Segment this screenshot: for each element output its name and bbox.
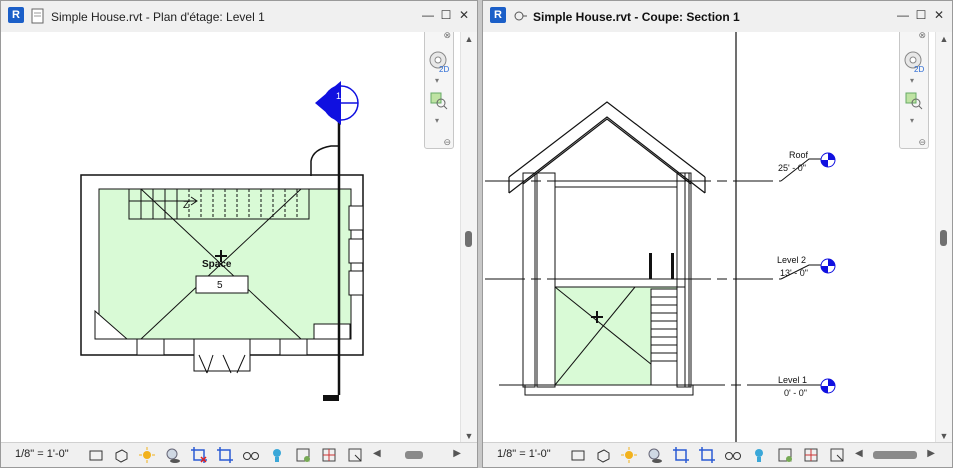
windows-right bbox=[348, 205, 364, 296]
floor-plan-drawing[interactable]: Z Space 5 1 bbox=[1, 32, 461, 443]
revit-logo-icon: R bbox=[8, 7, 24, 23]
window-title: Simple House.rvt - Coupe: Section 1 bbox=[533, 10, 740, 24]
drawing-canvas[interactable]: Z Space 5 1 ⊗ 2D ▾ ▾ ⊖ bbox=[1, 32, 461, 443]
level-elevation: 13' - 0" bbox=[780, 268, 808, 278]
sun-path-icon[interactable] bbox=[138, 446, 156, 464]
entry-door bbox=[193, 338, 251, 372]
scroll-down-icon[interactable]: ▼ bbox=[461, 431, 477, 441]
minimize-button[interactable]: — bbox=[896, 7, 910, 23]
stair-section bbox=[650, 288, 678, 386]
section-tail bbox=[323, 395, 339, 401]
sun-path-icon[interactable] bbox=[620, 446, 638, 464]
window-title: Simple House.rvt - Plan d'étage: Level 1 bbox=[51, 10, 265, 24]
reveal-hidden-icon[interactable] bbox=[750, 446, 768, 464]
navigation-bar[interactable]: ⊗ 2D ▾ ▾ ⊖ bbox=[424, 32, 454, 149]
level-2-slab bbox=[555, 278, 685, 288]
navbar-close-icon[interactable]: ⊗ bbox=[443, 32, 451, 41]
revit-logo-icon: R bbox=[490, 7, 506, 23]
view-control-bar: 1/8" = 1'-0" ◀ ▶ bbox=[1, 442, 477, 467]
navigation-bar[interactable]: ⊗ 2D ▾ ▾ ⊖ bbox=[899, 32, 929, 149]
analytical-model-icon[interactable] bbox=[802, 446, 820, 464]
window-titlebar[interactable]: R Simple House.rvt - Plan d'étage: Level… bbox=[1, 1, 477, 33]
chevron-down-icon[interactable]: ▾ bbox=[910, 116, 914, 125]
vertical-scrollbar[interactable]: ▲ ▼ bbox=[935, 32, 952, 443]
level-elevation: 25' - 0" bbox=[778, 163, 806, 173]
section-view-icon bbox=[514, 11, 527, 21]
2d-label: 2D bbox=[914, 65, 925, 74]
railing-post bbox=[649, 253, 652, 279]
temporary-hide-icon[interactable] bbox=[242, 446, 260, 464]
space-number: 5 bbox=[217, 280, 223, 291]
visual-style-icon[interactable] bbox=[112, 446, 130, 464]
detail-level-icon[interactable] bbox=[569, 446, 587, 464]
vertical-scrollbar[interactable]: ▲ ▼ bbox=[460, 32, 477, 443]
reveal-hidden-icon[interactable] bbox=[268, 446, 286, 464]
zoom-region-icon[interactable] bbox=[905, 92, 923, 110]
roof bbox=[508, 101, 706, 194]
show-crop-region-icon[interactable] bbox=[698, 446, 716, 464]
level-name: Roof bbox=[789, 150, 809, 160]
section-head-marker[interactable] bbox=[315, 81, 359, 125]
crop-view-icon[interactable] bbox=[672, 446, 690, 464]
zoom-region-icon[interactable] bbox=[430, 92, 448, 110]
counter bbox=[313, 323, 351, 340]
scroll-right-icon[interactable]: ▶ bbox=[927, 448, 935, 459]
chevron-down-icon[interactable]: ▾ bbox=[435, 76, 439, 85]
highlight-displacement-icon[interactable] bbox=[346, 446, 364, 464]
section-head-number: 1 bbox=[336, 91, 341, 101]
show-crop-region-icon[interactable] bbox=[216, 446, 234, 464]
scroll-left-icon[interactable]: ◀ bbox=[855, 448, 863, 459]
space-tag-label: Space bbox=[202, 259, 232, 270]
worksharing-display-icon[interactable] bbox=[294, 446, 312, 464]
drawing-canvas[interactable]: Roof 25' - 0" Level 2 13' - 0" Level 1 0… bbox=[483, 32, 936, 443]
level-elevation: 0' - 0" bbox=[784, 388, 807, 398]
2d-label: 2D bbox=[439, 65, 450, 74]
temporary-hide-icon[interactable] bbox=[724, 446, 742, 464]
navbar-close-icon[interactable]: ⊗ bbox=[918, 32, 926, 41]
horizontal-scrollbar[interactable]: ◀ ▶ bbox=[855, 448, 935, 462]
view-control-bar: 1/8" = 1'-0" ◀ ▶ bbox=[483, 442, 952, 467]
close-button[interactable]: ✕ bbox=[457, 7, 471, 23]
scroll-thumb[interactable] bbox=[940, 230, 947, 246]
section-drawing[interactable]: Roof 25' - 0" Level 2 13' - 0" Level 1 0… bbox=[483, 32, 936, 443]
navbar-options-icon[interactable]: ⊖ bbox=[918, 137, 926, 148]
floor-plan-window[interactable]: R Simple House.rvt - Plan d'étage: Level… bbox=[0, 0, 478, 468]
section-window[interactable]: R Simple House.rvt - Coupe: Section 1 — … bbox=[482, 0, 953, 468]
chevron-down-icon[interactable]: ▾ bbox=[435, 116, 439, 125]
detail-level-icon[interactable] bbox=[87, 446, 105, 464]
shadows-icon[interactable] bbox=[164, 446, 182, 464]
hscroll-thumb[interactable] bbox=[405, 451, 423, 459]
minimize-button[interactable]: — bbox=[421, 7, 435, 23]
window-titlebar[interactable]: R Simple House.rvt - Coupe: Section 1 — … bbox=[483, 1, 952, 33]
scroll-left-icon[interactable]: ◀ bbox=[373, 448, 381, 459]
visual-style-icon[interactable] bbox=[594, 446, 612, 464]
highlight-displacement-icon[interactable] bbox=[828, 446, 846, 464]
close-button[interactable]: ✕ bbox=[932, 7, 946, 23]
floor-plan-view-icon bbox=[31, 8, 44, 24]
crop-view-icon[interactable] bbox=[190, 446, 208, 464]
scroll-right-icon[interactable]: ▶ bbox=[453, 448, 461, 459]
scroll-up-icon[interactable]: ▲ bbox=[461, 34, 477, 44]
navbar-options-icon[interactable]: ⊖ bbox=[443, 137, 451, 148]
worksharing-display-icon[interactable] bbox=[776, 446, 794, 464]
scroll-thumb[interactable] bbox=[465, 231, 472, 247]
scroll-down-icon[interactable]: ▼ bbox=[936, 431, 952, 441]
chevron-down-icon[interactable]: ▾ bbox=[910, 76, 914, 85]
view-scale[interactable]: 1/8" = 1'-0" bbox=[15, 448, 69, 460]
shadows-icon[interactable] bbox=[646, 446, 664, 464]
horizontal-scrollbar[interactable]: ◀ ▶ bbox=[373, 448, 461, 462]
maximize-button[interactable]: ☐ bbox=[914, 7, 928, 23]
analytical-model-icon[interactable] bbox=[320, 446, 338, 464]
level-name: Level 2 bbox=[777, 255, 806, 265]
view-scale[interactable]: 1/8" = 1'-0" bbox=[497, 448, 551, 460]
scroll-up-icon[interactable]: ▲ bbox=[936, 34, 952, 44]
hscroll-thumb[interactable] bbox=[873, 451, 917, 459]
maximize-button[interactable]: ☐ bbox=[439, 7, 453, 23]
level-name: Level 1 bbox=[778, 375, 807, 385]
section-hook bbox=[310, 145, 339, 176]
stair-mark: Z bbox=[183, 200, 189, 211]
